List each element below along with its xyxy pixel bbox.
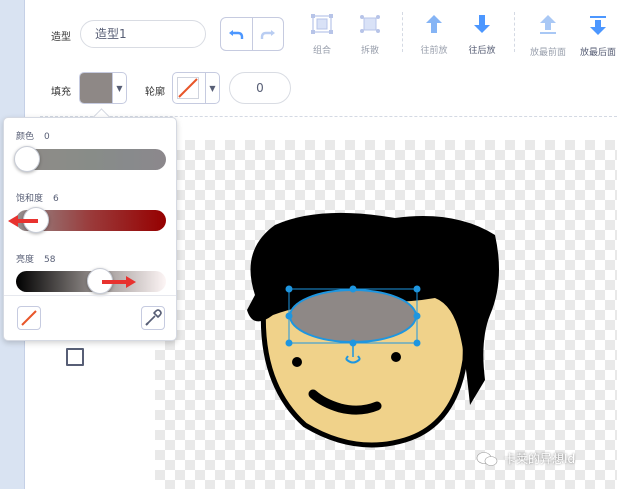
fill-dropdown-arrow-icon: ▼ <box>112 73 126 103</box>
backward-icon <box>474 15 490 33</box>
fill-color-preview <box>80 73 112 103</box>
popup-separator <box>4 295 176 296</box>
right-eye <box>391 352 401 362</box>
backward-button[interactable]: 往后放 <box>454 14 510 56</box>
outline-width-value: 0 <box>256 81 264 95</box>
costume-label: 造型 <box>51 32 71 43</box>
redo-icon <box>260 30 275 39</box>
group-icon <box>311 14 333 34</box>
undo-button[interactable] <box>221 18 252 50</box>
no-color-icon <box>177 77 199 99</box>
left-eye <box>292 357 302 367</box>
ungroup-button[interactable]: 拆散 <box>342 14 398 56</box>
saturation-label-text: 饱和度 <box>16 194 44 204</box>
toolbar-divider-1 <box>402 12 403 52</box>
color-slider-label: 颜色 0 <box>16 129 50 142</box>
undo-icon <box>229 30 244 39</box>
color-picker-popup: 颜色 0 饱和度 6 亮度 58 <box>3 117 177 341</box>
rectangle-tool-icon[interactable] <box>66 348 84 366</box>
red-arrow-right-icon <box>102 276 136 288</box>
color-value: 0 <box>44 132 50 142</box>
eyedropper-icon <box>145 309 162 326</box>
outline-swatch[interactable]: ▼ <box>172 72 220 104</box>
ungroup-label: 拆散 <box>360 46 379 56</box>
watermark: 卡莱的异想Id <box>476 450 575 467</box>
fill-label: 填充 <box>51 87 71 98</box>
front-button[interactable]: 放最前面 <box>520 14 576 58</box>
saturation-slider-label: 饱和度 6 <box>16 191 59 204</box>
eyedropper-button[interactable] <box>141 306 165 330</box>
costume-name-input[interactable]: 造型1 <box>80 20 206 48</box>
redo-button[interactable] <box>251 18 284 50</box>
brightness-slider-label: 亮度 58 <box>16 252 55 265</box>
costume-name-value: 造型1 <box>95 27 127 41</box>
fill-swatch[interactable]: ▼ <box>79 72 127 104</box>
front-label: 放最前面 <box>529 48 566 58</box>
character-drawing <box>247 212 499 448</box>
red-arrow-left-icon <box>8 215 38 227</box>
front-icon <box>540 15 556 34</box>
ungroup-icon <box>360 15 380 33</box>
backward-label: 往后放 <box>468 46 496 56</box>
no-fill-icon <box>21 310 37 326</box>
undo-redo-group <box>220 17 284 51</box>
outline-dropdown-arrow-icon: ▼ <box>205 73 219 103</box>
back-label: 放最后面 <box>579 48 616 58</box>
toolbar-divider-2 <box>514 12 515 52</box>
outline-label: 轮廓 <box>145 87 165 98</box>
selected-ellipse <box>289 289 417 343</box>
wechat-icon <box>476 451 498 466</box>
back-button[interactable]: 放最后面 <box>570 14 617 58</box>
watermark-text: 卡莱的异想Id <box>504 452 576 466</box>
brightness-label-text: 亮度 <box>16 255 35 265</box>
color-label-text: 颜色 <box>16 132 35 142</box>
forward-icon <box>426 15 442 33</box>
color-slider-thumb[interactable] <box>14 146 40 172</box>
no-fill-button[interactable] <box>17 306 41 330</box>
outline-width-input[interactable]: 0 <box>229 72 291 104</box>
saturation-value: 6 <box>53 194 59 204</box>
outline-color-preview <box>173 73 205 103</box>
back-icon <box>590 16 606 35</box>
brightness-value: 58 <box>44 255 56 265</box>
paint-canvas[interactable] <box>155 140 617 489</box>
